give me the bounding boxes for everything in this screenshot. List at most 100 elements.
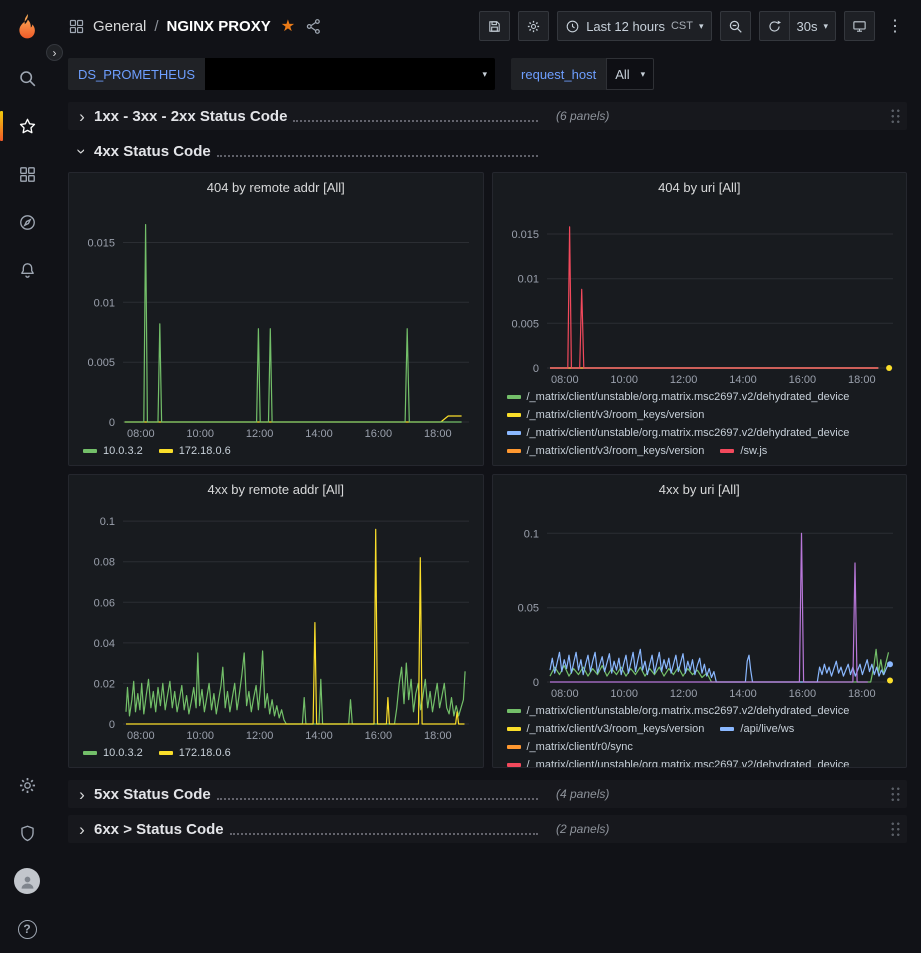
svg-text:0: 0 — [532, 677, 538, 689]
timeseries-chart[interactable]: 00.050.108:0010:0012:0014:0016:0018:00 — [493, 503, 907, 702]
drag-handle-icon[interactable] — [890, 108, 901, 125]
sidebar-item-search[interactable] — [0, 54, 54, 102]
row-5xx[interactable]: › 5xx Status Code (4 panels) — [68, 780, 907, 808]
legend-item[interactable]: /_matrix/client/v3/room_keys/version — [507, 442, 705, 460]
legend-item[interactable]: /_matrix/client/unstable/org.matrix.msc2… — [507, 702, 850, 720]
svg-text:0: 0 — [532, 363, 538, 375]
panel-404-by-remote-addr: 404 by remote addr [All] 00.0050.010.015… — [68, 172, 484, 466]
drag-handle-icon[interactable] — [890, 786, 901, 803]
dotted-leader — [293, 120, 538, 122]
series-name: 10.0.3.2 — [103, 744, 143, 762]
timeseries-chart[interactable]: 00.0050.010.01508:0010:0012:0014:0016:00… — [69, 201, 483, 442]
gear-icon — [526, 19, 541, 34]
legend-item[interactable]: 10.0.3.2 — [83, 442, 143, 460]
drag-handle-icon[interactable] — [890, 821, 901, 838]
sidebar-item-configuration[interactable] — [0, 761, 54, 809]
row-title-group: › 1xx - 3xx - 2xx Status Code — [68, 108, 544, 125]
svg-text:0.05: 0.05 — [517, 603, 538, 615]
row-1xx-3xx-2xx[interactable]: › 1xx - 3xx - 2xx Status Code (6 panels) — [68, 102, 907, 130]
chevron-right-icon: › — [74, 786, 90, 803]
legend-item[interactable]: /_matrix/client/v3/room_keys/version — [507, 720, 705, 738]
user-avatar[interactable] — [0, 857, 54, 905]
panel-title[interactable]: 4xx by remote addr [All] — [69, 475, 483, 503]
row-4xx[interactable]: › 4xx Status Code — [68, 137, 907, 165]
legend-item[interactable]: 172.18.0.6 — [159, 442, 231, 460]
request-host-variable-label[interactable]: request_host — [511, 58, 606, 90]
sidebar-item-starred[interactable] — [0, 102, 54, 150]
legend-item[interactable]: /_matrix/client/r0/sync — [507, 738, 633, 756]
sidebar: ? — [0, 0, 54, 953]
row-panel-count: (2 panels) — [556, 822, 609, 836]
dashboards-grid-icon — [18, 165, 37, 184]
chevron-down-icon: ▾ — [641, 69, 646, 80]
sidebar-item-alerting[interactable] — [0, 246, 54, 294]
refresh-interval-picker[interactable]: 30s ▾ — [790, 11, 837, 41]
legend-item[interactable]: 172.18.0.6 — [159, 744, 231, 762]
series-name: /api/live/ws — [740, 720, 794, 738]
dashboard-apps-icon — [68, 18, 85, 35]
sidebar-expand-toggle[interactable]: › — [46, 44, 63, 61]
series-name: /sw.js — [740, 442, 767, 460]
timeseries-chart[interactable]: 00.0050.010.01508:0010:0012:0014:0016:00… — [493, 201, 907, 388]
series-name: /_matrix/client/v3/room_keys/version — [527, 442, 705, 460]
grafana-logo[interactable] — [0, 0, 54, 54]
svg-text:14:00: 14:00 — [305, 428, 333, 440]
chevron-down-icon: ▾ — [483, 69, 488, 80]
request-host-variable-value[interactable]: All ▾ — [606, 58, 654, 90]
topbar: General / NGINX PROXY ★ — [54, 0, 921, 52]
save-dashboard-button[interactable] — [479, 11, 510, 41]
time-range-label: Last 12 hours — [586, 19, 665, 34]
shield-icon — [18, 824, 37, 843]
series-name: /_matrix/client/unstable/org.matrix.msc2… — [527, 424, 850, 442]
dashboard-title[interactable]: NGINX PROXY — [167, 18, 271, 35]
share-icon — [305, 18, 322, 35]
svg-text:08:00: 08:00 — [551, 374, 579, 386]
legend-item[interactable]: /sw.js — [720, 442, 767, 460]
datasource-variable-value[interactable]: ▾ — [205, 58, 495, 90]
panel-404-by-uri: 404 by uri [All] 00.0050.010.01508:0010:… — [492, 172, 908, 466]
series-name: /_matrix/client/v3/room_keys/version — [527, 720, 705, 738]
dashboard-settings-button[interactable] — [518, 11, 549, 41]
series-swatch — [720, 727, 734, 731]
series-swatch — [83, 449, 97, 453]
zoom-out-button[interactable] — [720, 11, 751, 41]
series-swatch — [507, 413, 521, 417]
sidebar-item-explore[interactable] — [0, 198, 54, 246]
sidebar-item-server-admin[interactable] — [0, 809, 54, 857]
svg-text:08:00: 08:00 — [127, 730, 155, 742]
datasource-variable-label[interactable]: DS_PROMETHEUS — [68, 58, 205, 90]
legend-item[interactable]: /_matrix/client/v3/room_keys/version — [507, 406, 705, 424]
search-icon — [18, 69, 37, 88]
row-title-group: › 6xx > Status Code — [68, 821, 544, 838]
row-title: 4xx Status Code — [94, 143, 211, 160]
series-swatch — [507, 763, 521, 767]
legend-item[interactable]: /api/live/ws — [720, 720, 794, 738]
svg-text:12:00: 12:00 — [246, 730, 274, 742]
timeseries-chart[interactable]: 00.020.040.060.080.108:0010:0012:0014:00… — [69, 503, 483, 744]
variables-bar: DS_PROMETHEUS ▾ request_host All ▾ — [54, 52, 921, 100]
panel-title[interactable]: 404 by uri [All] — [493, 173, 907, 201]
row-title-group: › 4xx Status Code — [68, 143, 544, 160]
topbar-actions: Last 12 hours CST ▾ 30s ▾ — [479, 11, 907, 41]
legend-item[interactable]: /_matrix/client/unstable/org.matrix.msc2… — [507, 756, 850, 767]
panel-title[interactable]: 4xx by uri [All] — [493, 475, 907, 503]
legend-item[interactable]: 10.0.3.2 — [83, 744, 143, 762]
more-options-button[interactable]: ⋮ — [883, 16, 907, 36]
row-6xx[interactable]: › 6xx > Status Code (2 panels) — [68, 815, 907, 843]
series-swatch — [83, 751, 97, 755]
sidebar-item-dashboards[interactable] — [0, 150, 54, 198]
share-button[interactable] — [303, 16, 324, 37]
breadcrumb-section[interactable]: General — [93, 18, 146, 35]
svg-text:0: 0 — [109, 719, 115, 731]
panel-title[interactable]: 404 by remote addr [All] — [69, 173, 483, 201]
refresh-button[interactable] — [759, 11, 790, 41]
compass-icon — [18, 213, 37, 232]
favorite-star-icon[interactable]: ★ — [281, 16, 295, 36]
series-swatch — [159, 751, 173, 755]
cycle-view-mode-button[interactable] — [844, 11, 875, 41]
legend-item[interactable]: /_matrix/client/unstable/org.matrix.msc2… — [507, 424, 850, 442]
sidebar-item-help[interactable]: ? — [0, 905, 54, 953]
svg-text:14:00: 14:00 — [729, 688, 757, 700]
legend-item[interactable]: /_matrix/client/unstable/org.matrix.msc2… — [507, 388, 850, 406]
time-range-picker[interactable]: Last 12 hours CST ▾ — [557, 11, 711, 41]
